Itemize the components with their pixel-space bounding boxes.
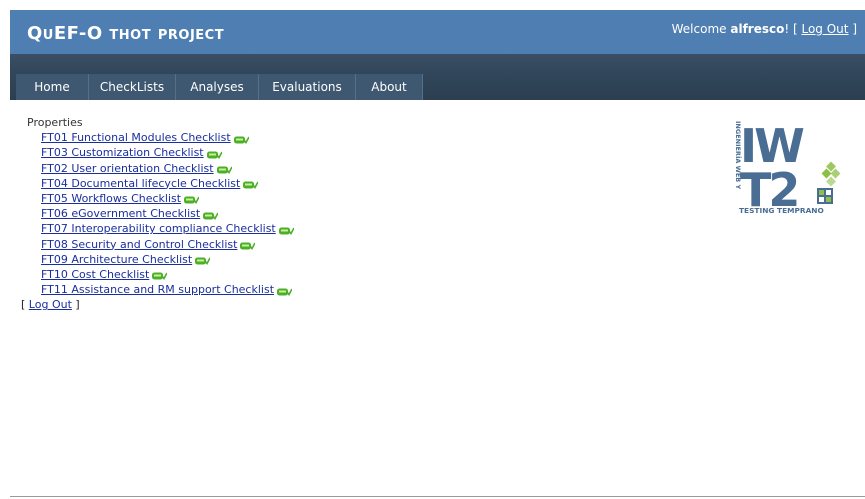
checklist-item: FT10 Cost Checklist <box>27 267 294 282</box>
checklist-item: FT11 Assistance and RM support Checklist <box>27 282 294 297</box>
checklist-link[interactable]: FT10 Cost Checklist <box>41 268 149 281</box>
checklist-item: FT07 Interoperability compliance Checkli… <box>27 221 295 236</box>
iwt2-logo-graphic: INGENIERÍA WEB Y IW T2 TESTING TEMPRANO <box>734 119 841 217</box>
checklist-link[interactable]: FT08 Security and Control Checklist <box>41 238 237 251</box>
welcome-area: Welcome alfresco! [ Log Out ] <box>672 21 857 37</box>
checklist-link[interactable]: FT07 Interoperability compliance Checkli… <box>41 222 276 235</box>
logo-bottom-text: TESTING TEMPRANO <box>739 206 824 215</box>
properties-heading: Properties <box>27 116 83 129</box>
logout-open-bracket: [ <box>21 298 29 312</box>
ok-status-icon <box>195 254 211 266</box>
iwt2-logo: INGENIERÍA WEB Y IW T2 TESTING TEMPRANO <box>727 118 843 217</box>
main-menu: Home CheckLists Analyses Evaluations Abo… <box>16 74 423 100</box>
checklist-item: FT02 User orientation Checklist <box>27 161 294 176</box>
ok-status-icon <box>184 193 200 205</box>
checklist-link[interactable]: FT05 Workflows Checklist <box>41 192 181 205</box>
ok-status-icon <box>203 209 219 220</box>
ok-status-icon <box>216 163 233 175</box>
checklist-link[interactable]: FT04 Documental lifecycle Checklist <box>41 177 240 190</box>
logout-row: [ Log Out ] <box>21 297 294 312</box>
checklist-link[interactable]: FT01 Functional Modules Checklist <box>41 131 231 144</box>
checklist-item: FT08 Security and Control Checklist <box>27 237 294 252</box>
logout-close-bracket: ] <box>71 298 80 312</box>
checklist-item: FT06 eGovernment Checklist <box>27 206 294 221</box>
welcome-suffix: ! [ <box>784 22 802 36</box>
ok-status-icon <box>152 269 168 281</box>
logout-link[interactable]: Log Out <box>29 298 72 311</box>
checklist-link[interactable]: FT09 Architecture Checklist <box>41 253 192 266</box>
checklist-link[interactable]: FT02 User orientation Checklist <box>41 162 214 175</box>
ok-status-icon <box>233 133 250 144</box>
checklist-item: FT05 Workflows Checklist <box>27 191 294 206</box>
menu-analyses[interactable]: Analyses <box>176 74 259 100</box>
checklist-item: FT09 Architecture Checklist <box>27 252 294 267</box>
checklist-item: FT03 Customization Checklist <box>27 145 294 160</box>
ok-status-icon <box>277 285 293 296</box>
menu-home[interactable]: Home <box>16 74 89 100</box>
menu-checklists[interactable]: CheckLists <box>89 74 176 100</box>
checklist-link[interactable]: FT06 eGovernment Checklist <box>41 207 200 220</box>
header-logout-link[interactable]: Log Out <box>801 22 848 36</box>
main-content: Properties FT01 Functional Modules Check… <box>21 115 295 312</box>
checklist-link[interactable]: FT11 Assistance and RM support Checklist <box>41 283 274 296</box>
checklist-list: FT01 Functional Modules Checklist FT03 Cu… <box>27 130 295 297</box>
site-title: QuEF-O thot project <box>27 23 225 44</box>
logo-diamond-icon <box>821 161 841 187</box>
ok-status-icon <box>206 148 223 159</box>
menu-about[interactable]: About <box>356 74 423 100</box>
checklist-item: FT04 Documental lifecycle Checklist <box>27 176 294 191</box>
ok-status-icon <box>278 224 295 235</box>
header-bar: QuEF-O thot project Welcome alfresco! [ … <box>10 10 865 54</box>
checklist-item: FT01 Functional Modules Checklist <box>27 130 294 145</box>
welcome-prefix: Welcome <box>671 22 731 36</box>
ok-status-icon <box>240 239 257 250</box>
checklist-link[interactable]: FT03 Customization Checklist <box>41 146 204 159</box>
ok-status-icon <box>243 178 260 190</box>
logo-grid-icon <box>817 188 833 204</box>
username: alfresco <box>730 22 785 36</box>
menu-evaluations[interactable]: Evaluations <box>259 74 356 100</box>
nav-bar: Home CheckLists Analyses Evaluations Abo… <box>10 54 865 100</box>
close-bracket: ] <box>848 22 857 36</box>
footer-divider <box>10 496 865 497</box>
